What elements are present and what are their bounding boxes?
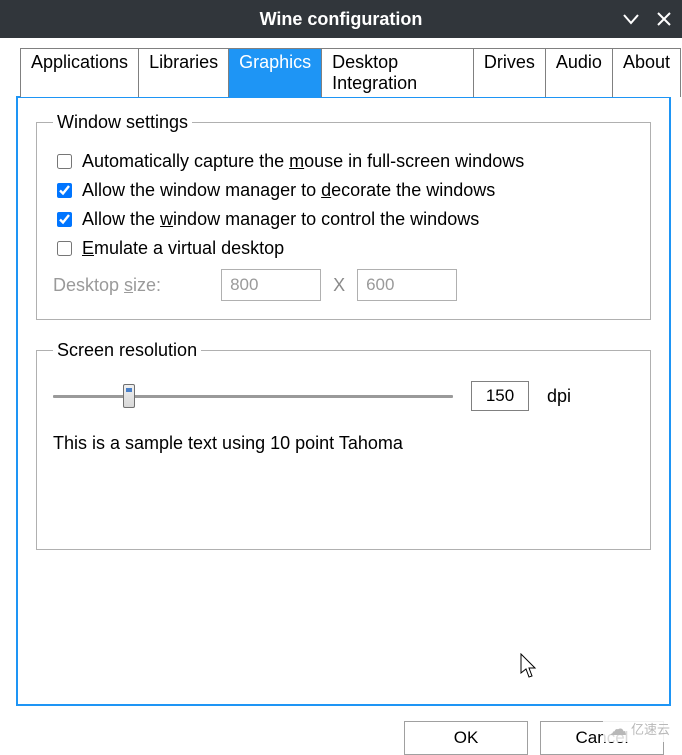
mouse-cursor-icon [520, 653, 538, 684]
titlebar-controls [622, 0, 672, 38]
tab-graphics[interactable]: Graphics [228, 48, 322, 97]
check-virtual-desktop[interactable]: Emulate a virtual desktop [53, 238, 634, 259]
group-window-settings-legend: Window settings [53, 112, 192, 133]
check-virtual-desktop-box[interactable] [57, 241, 72, 256]
sample-text: This is a sample text using 10 point Tah… [53, 433, 634, 454]
tab-drives[interactable]: Drives [473, 48, 546, 97]
tab-about[interactable]: About [612, 48, 681, 97]
check-wm-control[interactable]: Allow the window manager to control the … [53, 209, 634, 230]
group-window-settings: Window settings Automatically capture th… [36, 112, 651, 320]
watermark-text: 亿速云 [631, 719, 670, 738]
tab-panel-graphics: Window settings Automatically capture th… [16, 96, 671, 706]
dialog-content: Applications Libraries Graphics Desktop … [0, 38, 682, 755]
close-icon[interactable] [656, 11, 672, 27]
group-screen-resolution-legend: Screen resolution [53, 340, 201, 361]
tab-libraries[interactable]: Libraries [138, 48, 229, 97]
dpi-slider[interactable] [53, 382, 453, 410]
ok-button[interactable]: OK [404, 721, 528, 755]
desktop-size-label: Desktop size: [53, 275, 161, 296]
check-wm-control-box[interactable] [57, 212, 72, 227]
check-wm-decorate-box[interactable] [57, 183, 72, 198]
dpi-input[interactable] [471, 381, 529, 411]
minimize-icon[interactable] [622, 10, 640, 28]
tab-bar: Applications Libraries Graphics Desktop … [2, 48, 680, 97]
desktop-size-sep: X [333, 275, 345, 296]
dpi-unit-label: dpi [547, 386, 571, 407]
tab-applications[interactable]: Applications [20, 48, 139, 97]
watermark: ☁ 亿速云 [603, 715, 676, 742]
desktop-width-input [221, 269, 321, 301]
tab-audio[interactable]: Audio [545, 48, 613, 97]
check-auto-capture[interactable]: Automatically capture the mouse in full-… [53, 151, 634, 172]
cloud-icon: ☁ [609, 720, 627, 738]
desktop-height-input [357, 269, 457, 301]
dpi-slider-row: dpi [53, 381, 634, 411]
group-screen-resolution: Screen resolution dpi This is a sample t… [36, 340, 651, 550]
desktop-size-row: Desktop size: X [53, 269, 634, 301]
check-auto-capture-box[interactable] [57, 154, 72, 169]
window-title: Wine configuration [260, 9, 423, 30]
titlebar: Wine configuration [0, 0, 682, 38]
tab-desktop-integration[interactable]: Desktop Integration [321, 48, 474, 97]
check-wm-decorate[interactable]: Allow the window manager to decorate the… [53, 180, 634, 201]
dpi-slider-thumb[interactable] [123, 384, 135, 408]
